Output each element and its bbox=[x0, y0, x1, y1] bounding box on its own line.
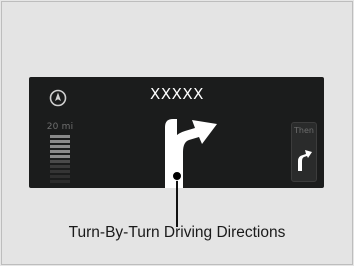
distance-bar-graph bbox=[50, 135, 70, 183]
callout-dot bbox=[172, 171, 182, 181]
next-turn-panel: Then bbox=[291, 122, 317, 182]
then-label: Then bbox=[294, 126, 314, 135]
distance-to-turn: 20 mi bbox=[46, 122, 74, 132]
turn-right-arrow-icon bbox=[165, 119, 217, 188]
turn-right-small-arrow-icon bbox=[298, 150, 312, 171]
callout-leader-line bbox=[176, 179, 178, 227]
compass-icon bbox=[49, 89, 67, 107]
callout-caption: Turn-By-Turn Driving Directions bbox=[68, 224, 286, 241]
